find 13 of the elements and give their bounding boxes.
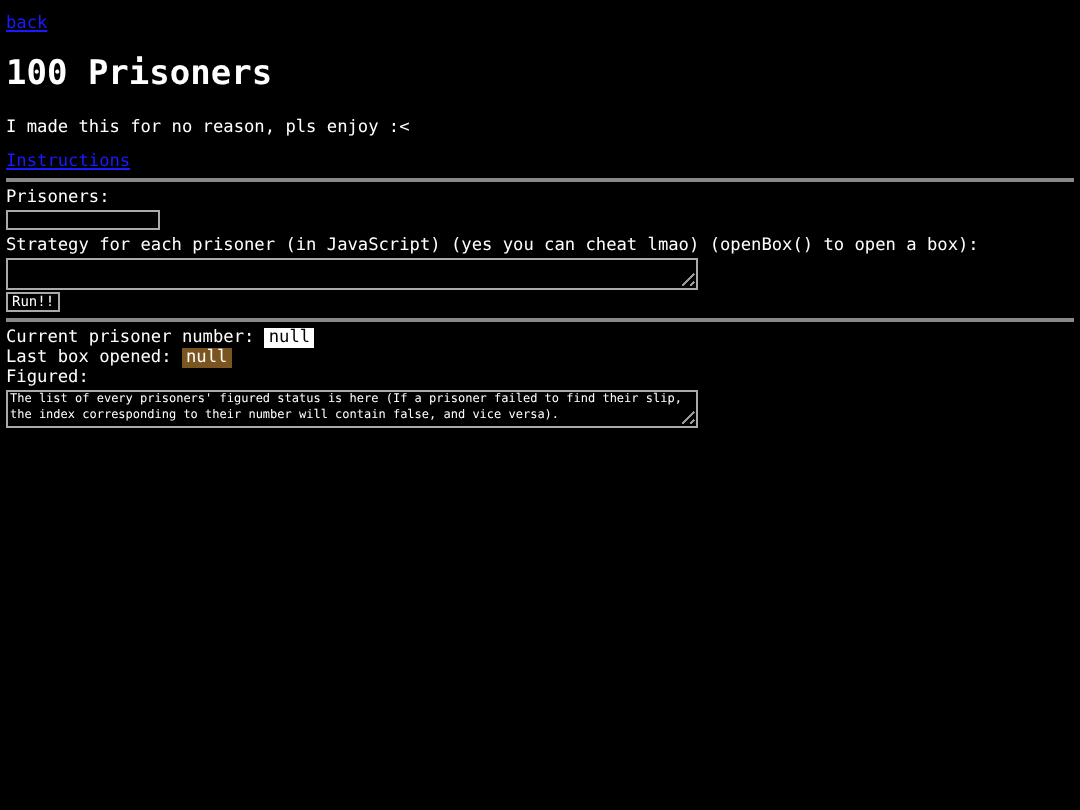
current-prisoner-label: Current prisoner number: <box>6 328 255 348</box>
strategy-input[interactable] <box>6 258 698 290</box>
figured-label: Figured: <box>6 368 91 390</box>
last-box-value: null <box>181 348 232 368</box>
current-prisoner-value: null <box>264 328 315 348</box>
last-box-label: Last box opened: <box>6 348 172 368</box>
strategy-label: Strategy for each prisoner (in JavaScript) (yes you can cheat lmao) (openBox() to open a box): <box>6 236 981 258</box>
intro-text: I made this for no reason, pls enjoy :< <box>6 118 412 138</box>
prisoners-label: Prisoners: <box>6 188 112 210</box>
instructions-link[interactable]: Instructions <box>6 152 131 172</box>
page-title: 100 Prisoners <box>6 54 275 94</box>
back-link[interactable]: back <box>6 14 48 34</box>
prisoners-input[interactable] <box>6 210 160 230</box>
